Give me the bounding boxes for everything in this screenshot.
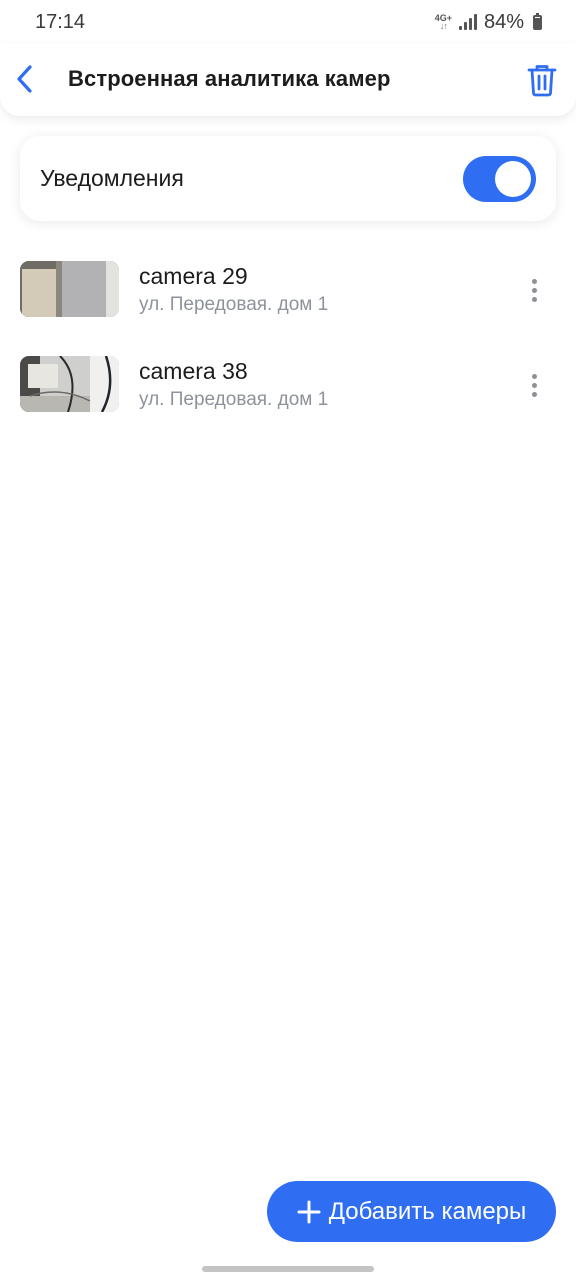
toggle-knob: [495, 160, 531, 197]
camera-name: camera 38: [139, 358, 248, 384]
add-cameras-button[interactable]: Добавить камеры: [267, 1181, 556, 1242]
camera-address: ул. Передовая. дом 1: [139, 389, 329, 410]
page-title: Встроенная аналитика камер: [68, 66, 391, 91]
trash-icon: [527, 65, 557, 97]
network-icon: 4G+ ↓↑: [435, 14, 452, 31]
app-header: Встроенная аналитика камер: [0, 44, 576, 116]
delete-button[interactable]: [522, 60, 562, 100]
add-cameras-label: Добавить камеры: [328, 1197, 527, 1225]
signal-icon: [458, 14, 477, 30]
more-options-button[interactable]: [520, 365, 548, 405]
more-options-button[interactable]: [520, 270, 548, 310]
chevron-left-icon: [17, 65, 32, 93]
camera-name: camera 29: [139, 263, 248, 289]
notifications-toggle[interactable]: [463, 155, 536, 202]
status-icons: 4G+ ↓↑ 84%: [435, 11, 542, 34]
camera-list-item[interactable]: camera 29 ул. Передовая. дом 1: [0, 260, 576, 355]
notifications-label: Уведомления: [40, 165, 184, 191]
plus-icon: [297, 1200, 321, 1224]
camera-list-item[interactable]: camera 38 ул. Передовая. дом 1: [0, 355, 576, 450]
data-arrows-icon: ↓↑: [439, 21, 448, 31]
notifications-card: Уведомления: [20, 136, 556, 221]
status-bar: 17:14 4G+ ↓↑ 84%: [0, 0, 576, 44]
battery-icon: [533, 12, 542, 30]
back-button[interactable]: [10, 56, 40, 102]
battery-level: 84%: [483, 10, 524, 33]
screen: 17:14 4G+ ↓↑ 84% Встроенная аналитика ка…: [0, 0, 576, 1280]
more-vertical-icon: [531, 373, 537, 379]
camera-list: camera 29 ул. Передовая. дом 1 camera 38…: [0, 260, 576, 450]
camera-thumbnail: [20, 356, 119, 412]
more-vertical-icon: [531, 278, 537, 284]
home-indicator[interactable]: [202, 1266, 374, 1272]
status-time: 17:14: [35, 10, 86, 33]
camera-thumbnail: [20, 261, 119, 317]
camera-address: ул. Передовая. дом 1: [139, 294, 329, 315]
